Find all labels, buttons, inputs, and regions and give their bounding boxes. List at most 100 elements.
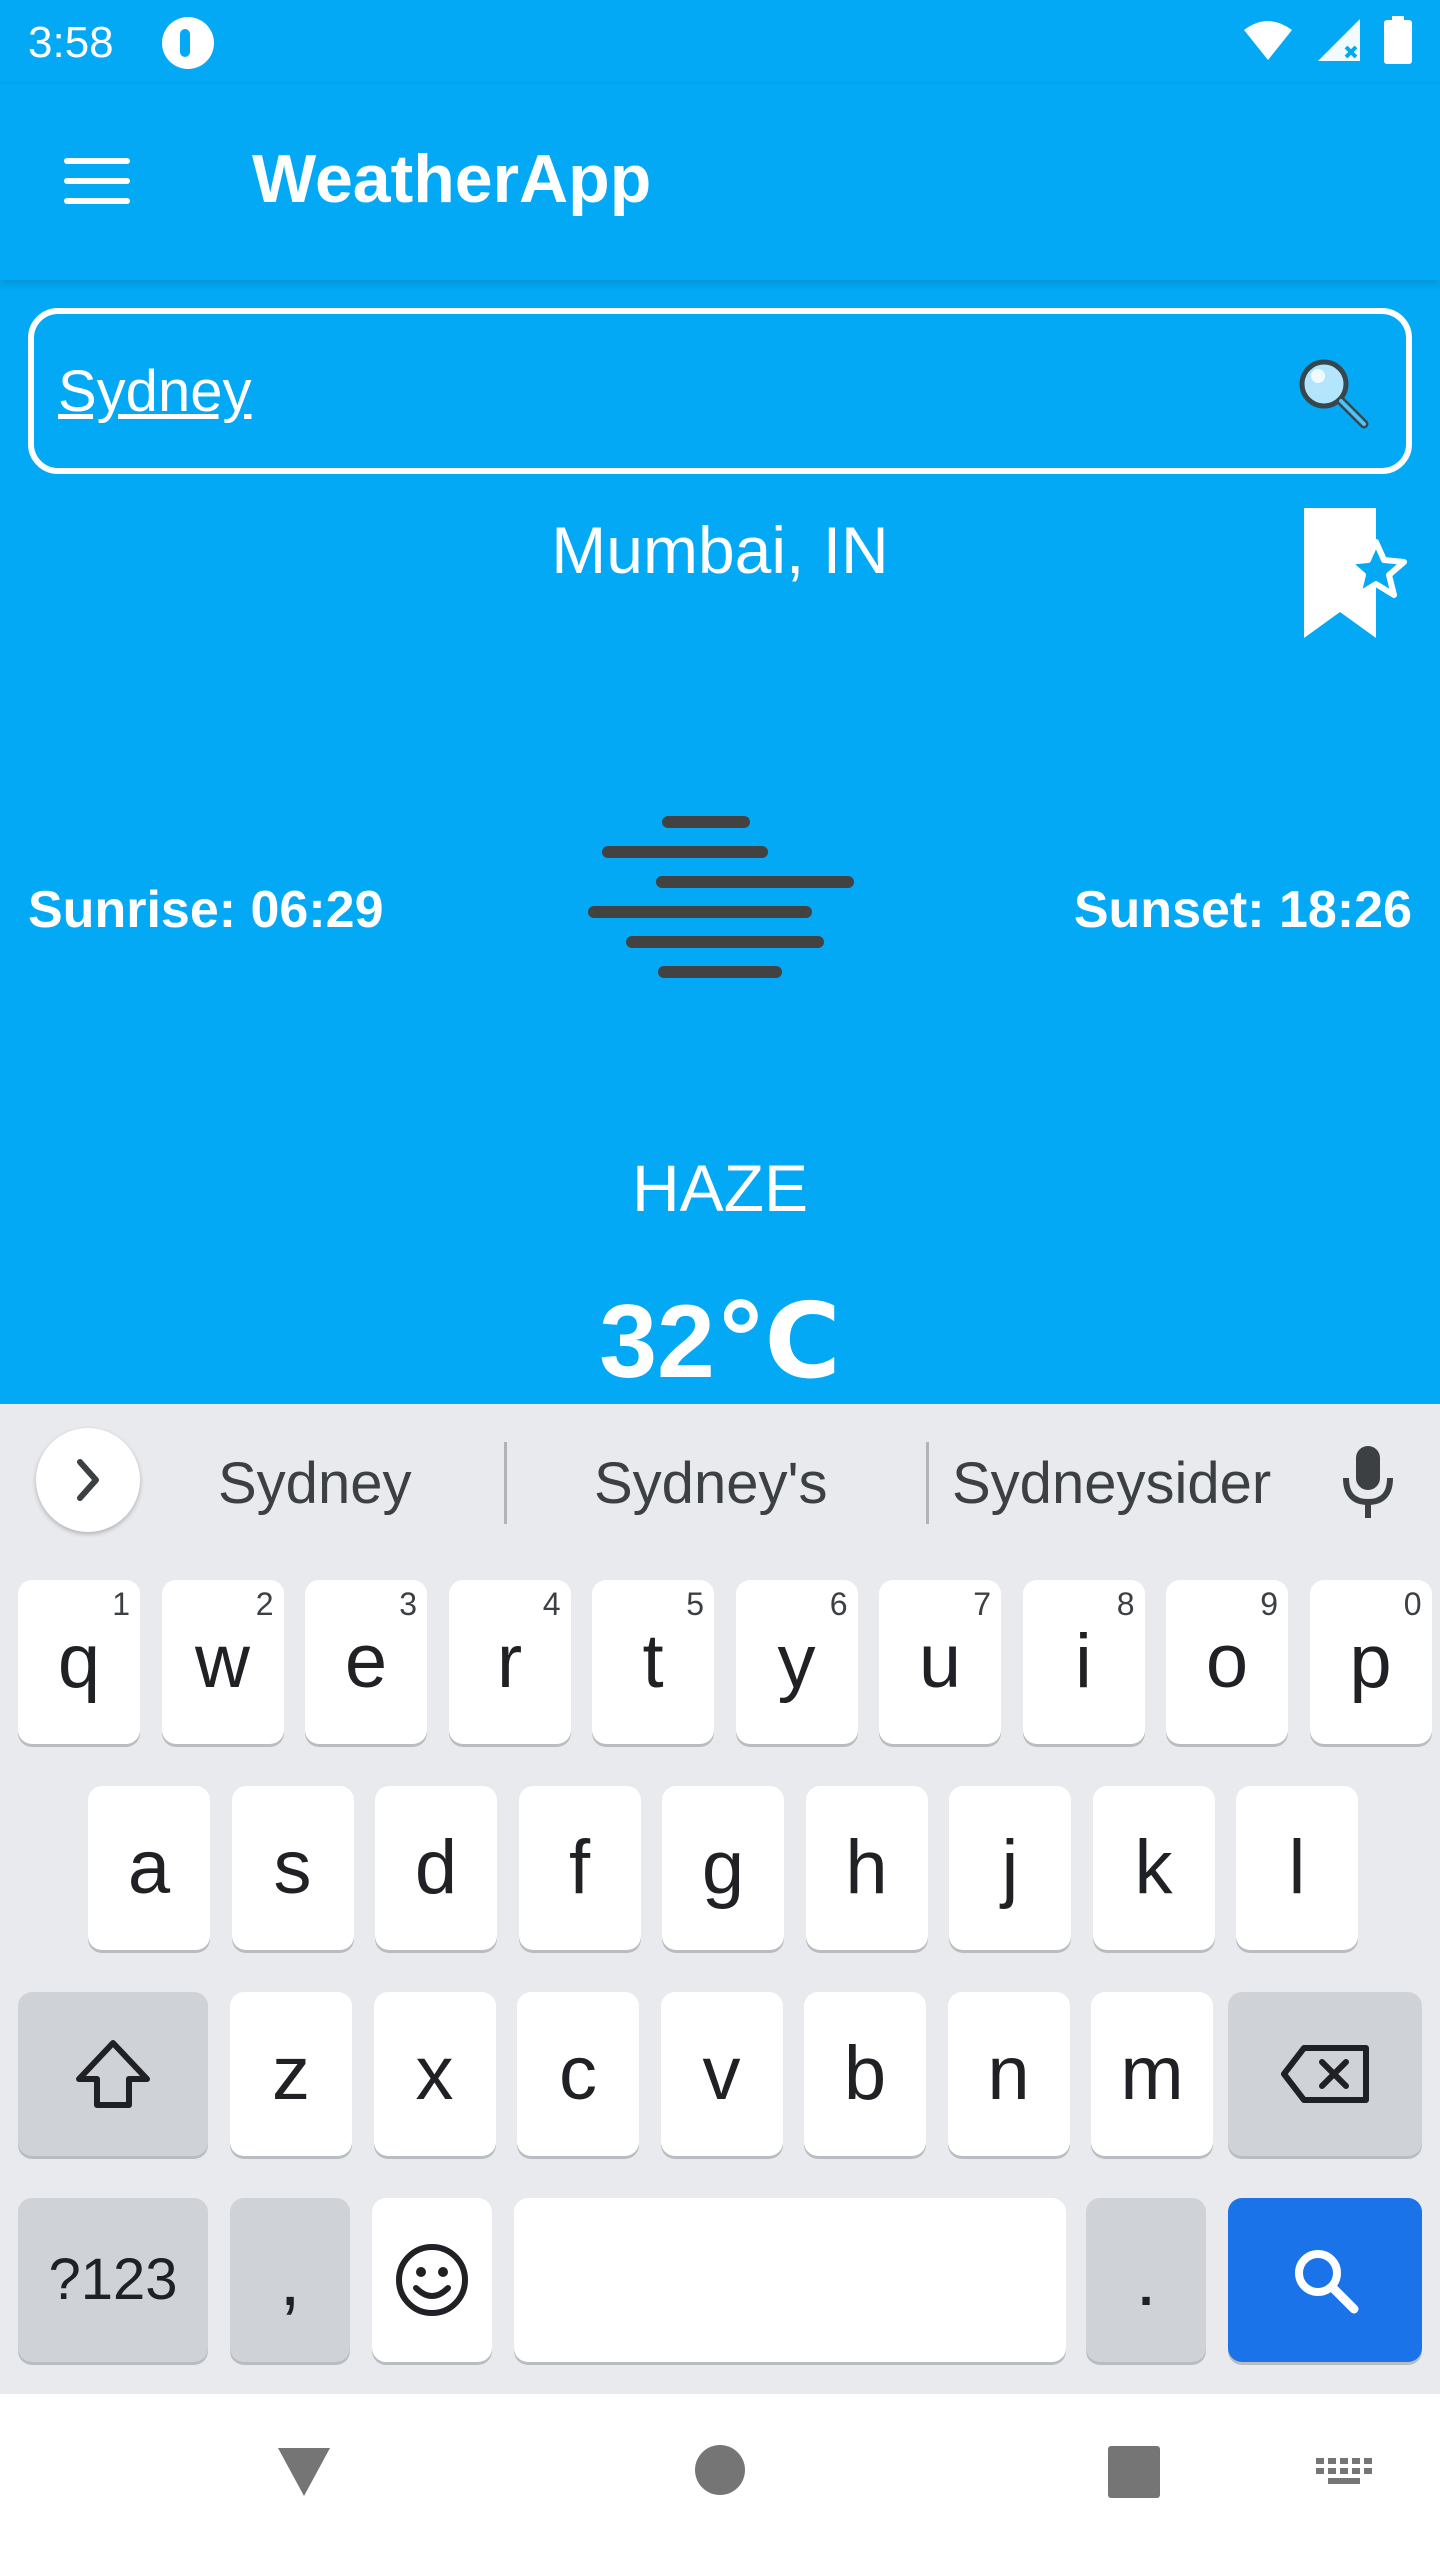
wifi-icon	[1244, 21, 1292, 60]
key-label: t	[642, 1619, 664, 1704]
key-s[interactable]: s	[231, 1786, 354, 1950]
notification-app-icon	[162, 17, 214, 69]
signal-icon	[1318, 19, 1360, 61]
key-t[interactable]: t5	[592, 1580, 714, 1744]
key-label: e	[344, 1619, 388, 1704]
status-bar: 3:58	[0, 0, 1440, 84]
key-n[interactable]: n	[947, 1992, 1070, 2156]
key-label: v	[702, 2031, 741, 2116]
key-j[interactable]: j	[949, 1786, 1071, 1950]
key-x[interactable]: x	[373, 1992, 496, 2156]
key-number-hint: 0	[1403, 1586, 1422, 1622]
search-icon	[1295, 2250, 1359, 2314]
key-l[interactable]: l	[1236, 1786, 1358, 1950]
home-icon[interactable]	[694, 2444, 746, 2496]
menu-icon[interactable]	[64, 158, 130, 206]
keyboard-switch-icon[interactable]	[1316, 2458, 1372, 2492]
key-g[interactable]: g	[662, 1786, 784, 1950]
suggestion-divider	[926, 1442, 929, 1524]
temperature: 32℃	[599, 1284, 841, 1400]
key-u[interactable]: u7	[879, 1580, 1001, 1744]
key-label: l	[1288, 1825, 1306, 1910]
shift-icon	[76, 2040, 150, 2108]
key-label: g	[701, 1825, 745, 1910]
period-key[interactable]: .	[1086, 2198, 1206, 2362]
key-e[interactable]: e3	[305, 1580, 427, 1744]
key-label: q	[57, 1619, 101, 1704]
key-label: m	[1120, 2031, 1184, 2116]
on-screen-keyboard: Sydney Sydney's Sydneysider q1w2e3r4t5y6…	[0, 1404, 1440, 2394]
shift-key[interactable]	[18, 1992, 208, 2156]
bookmark-star-icon[interactable]	[1296, 504, 1416, 644]
key-label: k	[1134, 1825, 1173, 1910]
key-label: r	[496, 1619, 523, 1704]
key-number-hint: 2	[255, 1586, 274, 1622]
emoji-key[interactable]	[372, 2198, 492, 2362]
key-label: p	[1349, 1619, 1392, 1704]
key-label: s	[273, 1825, 312, 1910]
key-label: f	[568, 1825, 591, 1910]
symbols-key-label: ?123	[48, 2247, 178, 2312]
key-f[interactable]: f	[518, 1786, 641, 1950]
key-a[interactable]: a	[88, 1786, 210, 1950]
battery-icon	[1384, 16, 1412, 64]
key-label: b	[843, 2031, 887, 2116]
key-label: h	[845, 1825, 888, 1910]
backspace-key[interactable]	[1228, 1992, 1422, 2156]
suggestion-1[interactable]: Sydney	[218, 1450, 411, 1517]
key-label: j	[1001, 1825, 1019, 1910]
key-number-hint: 7	[973, 1586, 991, 1622]
key-c[interactable]: c	[517, 1992, 639, 2156]
key-label: c	[559, 2031, 597, 2116]
sunset-time: Sunset: 18:26	[1073, 881, 1412, 939]
key-b[interactable]: b	[804, 1992, 926, 2156]
suggestion-2[interactable]: Sydney's	[594, 1450, 828, 1517]
key-number-hint: 4	[542, 1586, 561, 1622]
key-label: d	[414, 1825, 458, 1910]
chevron-right-icon	[77, 1459, 99, 1501]
search-action-key[interactable]	[1228, 2198, 1422, 2362]
suggestions-expand-button[interactable]	[36, 1428, 140, 1532]
key-h[interactable]: h	[805, 1786, 928, 1950]
status-icons	[1242, 16, 1412, 64]
key-number-hint: 8	[1116, 1586, 1135, 1622]
key-w[interactable]: w2	[161, 1580, 284, 1744]
status-time: 3:58	[28, 18, 114, 67]
key-label: z	[272, 2031, 310, 2116]
key-i[interactable]: i8	[1022, 1580, 1145, 1744]
back-icon[interactable]	[274, 2444, 334, 2500]
weather-condition: HAZE	[631, 1151, 809, 1225]
key-label: n	[987, 2031, 1030, 2116]
key-label: w	[195, 1619, 250, 1704]
key-q[interactable]: q1	[18, 1580, 140, 1744]
sunrise-time: Sunrise: 06:29	[28, 881, 384, 939]
key-label: a	[127, 1825, 171, 1910]
key-z[interactable]: z	[230, 1992, 352, 2156]
key-v[interactable]: v	[660, 1992, 783, 2156]
key-label: x	[415, 2031, 454, 2116]
key-number-hint: 5	[686, 1586, 704, 1622]
symbols-key[interactable]: ?123	[18, 2198, 208, 2362]
app-title: WeatherApp	[252, 141, 652, 217]
search-field[interactable]: Sydney	[28, 308, 1412, 474]
suggestion-3[interactable]: Sydneysider	[952, 1450, 1271, 1517]
key-label: y	[777, 1619, 816, 1704]
search-input[interactable]: Sydney	[58, 358, 251, 425]
comma-key[interactable]: ,	[230, 2198, 350, 2362]
key-o[interactable]: o9	[1166, 1580, 1288, 1744]
key-number-hint: 9	[1260, 1586, 1278, 1622]
key-y[interactable]: y6	[735, 1580, 858, 1744]
key-k[interactable]: k	[1092, 1786, 1215, 1950]
recents-icon[interactable]	[1108, 2446, 1160, 2498]
suggestion-strip: Sydney Sydney's Sydneysider	[0, 1404, 1440, 1554]
key-r[interactable]: r4	[448, 1580, 571, 1744]
key-p[interactable]: p0	[1309, 1580, 1432, 1744]
navigation-bar	[0, 2394, 1440, 2560]
key-m[interactable]: m	[1091, 1992, 1213, 2156]
space-key[interactable]	[514, 2198, 1066, 2362]
key-d[interactable]: d	[375, 1786, 497, 1950]
microphone-icon[interactable]	[1340, 1444, 1396, 1520]
key-number-hint: 3	[399, 1586, 417, 1622]
key-number-hint: 6	[829, 1586, 848, 1622]
search-icon[interactable]	[1294, 354, 1370, 430]
